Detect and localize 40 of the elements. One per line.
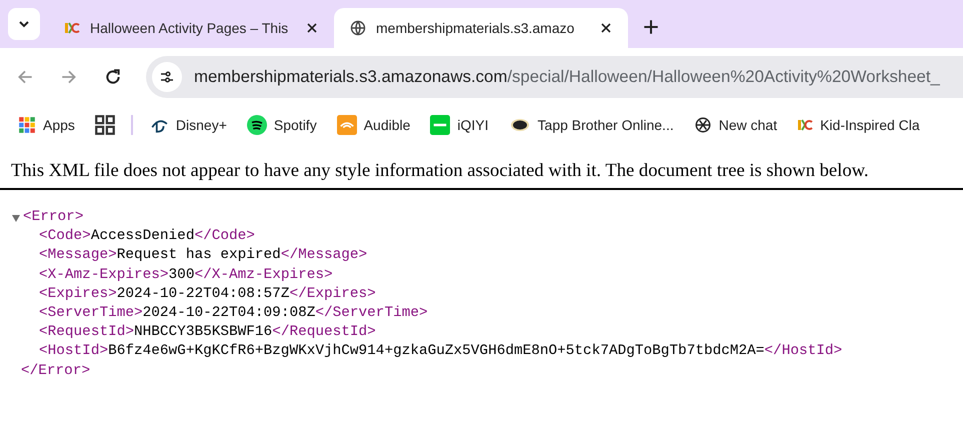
xml-line: <HostId>B6fz4e6wG+KgKCfR6+BzgWKxVjhCw914+gzkaGuZx5VGH6dmE8nO+5tck7ADgToBgTb7tbdcM2A=</HostId> [38, 342, 844, 362]
grid-icon [94, 115, 115, 135]
xml-line: <Error> [23, 208, 84, 227]
tab-title: Halloween Activity Pages – This [90, 20, 290, 36]
kic-logo-icon [797, 117, 814, 133]
bookmark[interactable]: Spotify [246, 115, 317, 135]
globe-icon [350, 20, 366, 36]
address-bar[interactable]: membershipmaterials.s3.amazonaws.com/special/Halloween/Halloween%20Activity%20Worksheet_ [146, 56, 963, 98]
square-logo-icon [430, 115, 450, 135]
bookmark[interactable]: Tapp Brother Online... [508, 117, 674, 133]
xml-line: <Code>AccessDenied</Code> [38, 227, 256, 246]
notice-text: This XML file does not appear to have any style information associated with it. The document tree is shown below. [0, 160, 963, 190]
xml-line: <X-Amz-Expires>300</X-Amz-Expires> [38, 266, 334, 285]
xml-line: <ServerTime>2024-10-22T04:09:08Z</ServerTime> [38, 304, 429, 324]
bookmark[interactable]: iQIYI [430, 115, 489, 135]
bookmark[interactable]: Disney+ [148, 116, 227, 134]
spotify-icon [246, 115, 267, 135]
bookmark[interactable]: Apps [18, 116, 75, 134]
oval-logo-icon [508, 117, 531, 133]
tune-icon [159, 69, 175, 85]
plus-icon [642, 18, 660, 36]
browser-tab[interactable]: Halloween Activity Pages – This [48, 8, 334, 48]
tab-groups-button[interactable] [94, 115, 115, 135]
back-arrow-icon [16, 68, 34, 86]
xml-line: </Error> [20, 362, 92, 381]
url-text: membershipmaterials.s3.amazonaws.com/special/Halloween/Halloween%20Activity%20Worksheet_ [194, 67, 940, 87]
reload-icon [104, 68, 122, 86]
tab-title: membershipmaterials.s3.amazo [376, 20, 576, 36]
xml-line: <RequestId>NHBCCY3B5KSBWF16</RequestId> [38, 323, 377, 342]
xml-line: <Expires>2024-10-22T04:08:57Z</Expires> [38, 284, 377, 304]
bookmark[interactable]: Audible [336, 115, 410, 135]
forward-arrow-icon [60, 68, 78, 86]
apps-icon [18, 116, 36, 134]
browser-tab[interactable]: membershipmaterials.s3.amazo [334, 8, 628, 48]
bookmark[interactable]: New chat [694, 116, 778, 134]
audible-icon [336, 115, 357, 135]
kic-logo-icon [64, 20, 80, 36]
xml-line: <Message>Request has expired</Message> [38, 246, 368, 266]
expand-triangle-icon[interactable] [11, 212, 21, 223]
bookmark[interactable]: Kid-Inspired Cla [797, 117, 920, 133]
